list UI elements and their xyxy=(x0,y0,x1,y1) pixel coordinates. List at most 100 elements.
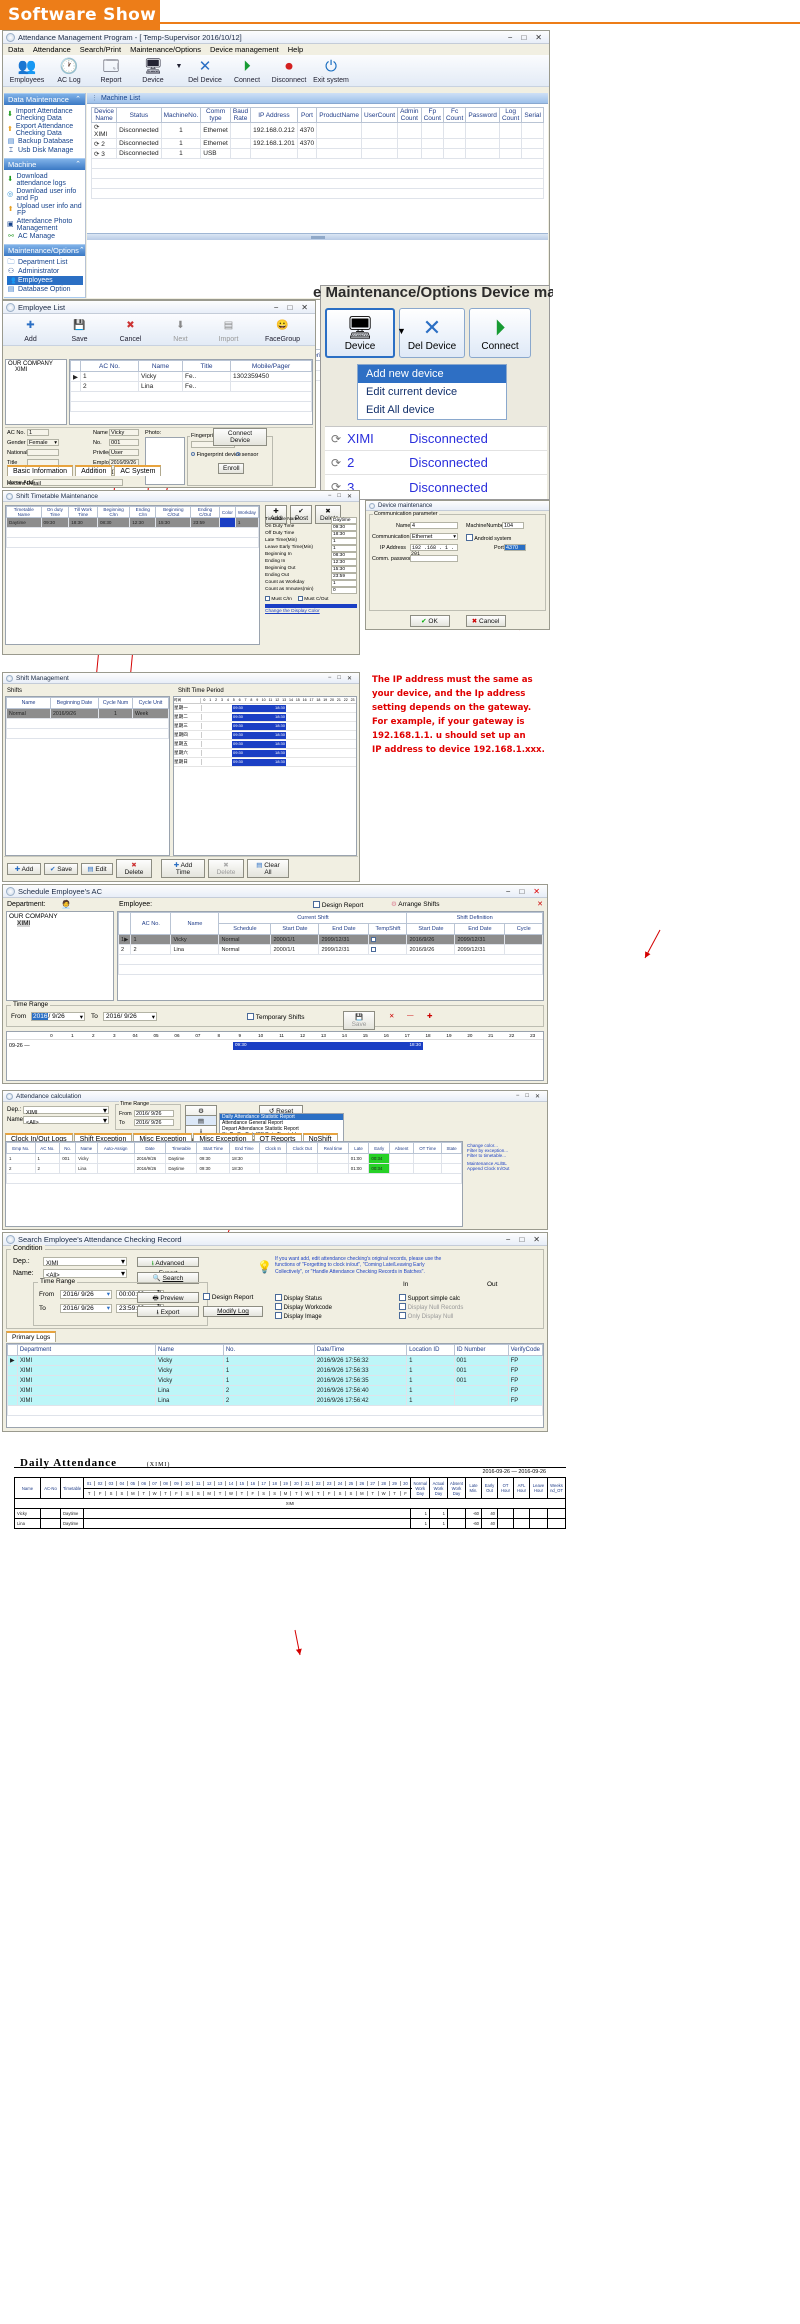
change-display-color-link[interactable]: Change the Display Color xyxy=(265,609,357,614)
table-row[interactable] xyxy=(118,964,543,975)
field-value[interactable]: 18:30 xyxy=(331,531,357,538)
input-nationality[interactable] xyxy=(27,449,59,456)
minimize-button[interactable]: − xyxy=(328,675,332,682)
table-row[interactable]: Daytime 09:30 18:30 08:30 12:30 15:30 23… xyxy=(6,517,259,528)
table-row[interactable] xyxy=(6,527,259,538)
sidebar-item-database-option[interactable]: ▤ Database Option xyxy=(7,285,83,294)
sidebar-group-maintenance-options[interactable]: Maintenance/Options ⌃ xyxy=(4,244,85,256)
select-privilege[interactable]: User xyxy=(109,449,139,456)
shift-time-period-grid[interactable]: 时间 0 1 2 3 4 5 6 7 8 9 10 11 12 13 14 15… xyxy=(173,696,357,856)
delete-button[interactable]: ✖ Delete xyxy=(116,859,152,878)
export-button[interactable]: ⭳ Export xyxy=(137,1306,199,1317)
close-button[interactable]: ✕ xyxy=(301,303,308,312)
table-row[interactable] xyxy=(6,728,169,739)
calc-name-select[interactable]: <All> ▾ xyxy=(23,1116,109,1126)
input-comm-password[interactable] xyxy=(410,555,458,562)
checkbox-box[interactable] xyxy=(371,946,377,952)
menu-edit-all-device[interactable]: Edit All device xyxy=(358,401,506,419)
sidebar-item-usb-disk-manage[interactable]: ⌶ Usb Disk Manage xyxy=(7,146,83,155)
field-value[interactable]: 1 xyxy=(331,545,357,552)
maximize-button[interactable]: □ xyxy=(337,675,341,682)
shift-bar[interactable]: 09:30 18:30 xyxy=(232,731,286,739)
search-dep-select[interactable]: XIMI ▾ xyxy=(43,1257,127,1267)
checkbox-box[interactable] xyxy=(399,1312,406,1319)
emp-next-button[interactable]: ⬇ Next xyxy=(167,316,195,343)
chevron-down-icon[interactable]: ▾ xyxy=(121,1269,125,1278)
tab-primary-logs[interactable]: Primary Logs xyxy=(6,1331,57,1342)
table-row[interactable] xyxy=(70,391,312,402)
shift-bar[interactable]: 09:30 18:30 xyxy=(232,722,286,730)
input-device-name[interactable]: 4 xyxy=(410,522,458,529)
minimize-button[interactable]: − xyxy=(506,1235,511,1244)
search-tab[interactable]: Primary Logs xyxy=(6,1331,57,1342)
zoom-connect-button[interactable]: ⏵ Connect xyxy=(469,308,531,358)
tab-addition[interactable]: Addition xyxy=(75,465,113,476)
menu-search-print[interactable]: Search/Print xyxy=(80,45,121,55)
menu-device-management[interactable]: Device management xyxy=(210,45,279,55)
menu-data[interactable]: Data xyxy=(8,45,24,55)
checkbox-box[interactable] xyxy=(275,1303,282,1310)
arrange-shifts-button[interactable]: ⚙ Arrange Shifts xyxy=(391,900,439,908)
calc-side-links[interactable]: Change color... Filter by exception... F… xyxy=(467,1143,509,1171)
checkbox-box[interactable] xyxy=(275,1312,282,1319)
chevron-down-icon[interactable]: ▾ xyxy=(103,1116,107,1125)
table-row[interactable]: ▶ XIMI Vicky 1 2016/9/26 17:56:32 1 001 FP xyxy=(7,1355,543,1366)
checkbox-only-display-null[interactable]: Only Display Null xyxy=(399,1312,453,1320)
timetable-table[interactable]: Timetable Name On duty Time Till Work Ti… xyxy=(6,506,259,548)
table-row[interactable]: ⟳ 2 Disconnected 1 Ethernet 192.168.1.20… xyxy=(90,138,544,149)
to-date-input[interactable]: 2016/ 9/26 ▾ xyxy=(103,1012,157,1021)
chevron-down-icon[interactable]: ▾ xyxy=(54,440,57,446)
preview-button[interactable]: 🖶 Preview xyxy=(137,1292,199,1303)
checkbox-box[interactable] xyxy=(275,1294,282,1301)
toolbar-report[interactable]: 🗔 Report xyxy=(90,57,132,84)
maximize-button[interactable]: □ xyxy=(519,1235,524,1244)
table-row[interactable] xyxy=(6,537,259,548)
chevron-up-icon[interactable]: ⌃ xyxy=(79,246,85,255)
shift-bar[interactable]: 09:30 18:30 xyxy=(232,740,286,748)
toolbar-disconnect[interactable]: ⏺ Disconnect xyxy=(268,57,310,84)
sidebar-item-ac-manage[interactable]: ⚯ AC Manage xyxy=(7,232,83,241)
schedule-grid[interactable]: AC No. Name Current Shift Shift Definiti… xyxy=(117,911,544,1001)
checkbox-must-cin[interactable]: Must C/In xyxy=(265,596,292,602)
week-row[interactable]: 星期三 09:30 18:30 xyxy=(174,722,356,731)
link-append-clock-in-out[interactable]: Append Clock In/Out xyxy=(467,1166,509,1171)
calc-to-input[interactable]: 2016/ 9/26 xyxy=(134,1119,174,1126)
chevron-down-icon[interactable]: ▾ xyxy=(107,1290,110,1298)
shift-management-buttonbar[interactable]: ✚ Add ✔ Save ▤ Edit ✖ Delete ✚ Add Time … xyxy=(4,856,358,880)
plus-icon[interactable]: ✚ xyxy=(427,1012,432,1020)
input-machine-number[interactable]: 104 xyxy=(502,522,524,529)
cancel-button[interactable]: ✖ Cancel xyxy=(465,615,506,627)
maximize-button[interactable]: □ xyxy=(287,303,292,312)
checkbox-display-status[interactable]: Display Status xyxy=(275,1294,322,1302)
table-row[interactable]: XIMI Lina 2 2016/9/26 17:56:40 1 FP xyxy=(7,1385,543,1396)
sidebar-item-upload-user-info[interactable]: ⬆ Upload user info and FP xyxy=(7,202,83,217)
table-row[interactable] xyxy=(118,954,543,965)
minimize-button[interactable]: − xyxy=(506,887,511,896)
menu-maintenance-options[interactable]: Maintenance/Options xyxy=(130,45,201,55)
field-value[interactable]: 15:30 xyxy=(331,566,357,573)
sidebar-group-employee-schedule[interactable]: Employee Schedule⌃ xyxy=(4,297,85,298)
shift-bar[interactable]: 09:30 18:30 xyxy=(232,713,286,721)
field-value[interactable]: Daytime xyxy=(331,517,357,524)
horizontal-splitter[interactable] xyxy=(87,233,548,240)
clear-all-button[interactable]: ▤ Clear All xyxy=(247,859,289,878)
tree-child-ximi[interactable]: XIMI xyxy=(9,920,111,927)
shifts-grid[interactable]: Name Beginning Date Cycle Num Cycle Unit… xyxy=(5,696,170,856)
close-button[interactable]: ✕ xyxy=(347,493,352,500)
sidebar-item-download-attendance-logs[interactable]: ⬇ Download attendance logs xyxy=(7,172,83,187)
checkbox-must-cout[interactable]: Must C/Out xyxy=(297,596,328,602)
sidebar-item-administrator[interactable]: ⚇ Administrator xyxy=(7,267,83,276)
shifts-table[interactable]: Name Beginning Date Cycle Num Cycle Unit… xyxy=(6,697,169,739)
toolbar-employees[interactable]: 👥 Employees xyxy=(6,57,48,84)
close-button[interactable]: ✕ xyxy=(535,33,542,42)
checkbox-display-null-records[interactable]: Display Null Records xyxy=(399,1303,463,1311)
field-value[interactable]: 08:30 xyxy=(331,552,357,559)
shift-bar[interactable]: 09:30 18:30 xyxy=(232,758,286,766)
checkbox-box[interactable] xyxy=(247,1013,254,1020)
table-row[interactable] xyxy=(91,158,544,169)
week-row[interactable]: 星期六 09:30 18:30 xyxy=(174,749,356,758)
chevron-down-icon[interactable]: ▾ xyxy=(103,1106,107,1115)
table-row[interactable] xyxy=(70,401,312,412)
zoom-device-dropdown-arrow[interactable]: ▼ xyxy=(397,326,406,336)
design-report-checkbox[interactable]: Design Report xyxy=(313,901,363,909)
